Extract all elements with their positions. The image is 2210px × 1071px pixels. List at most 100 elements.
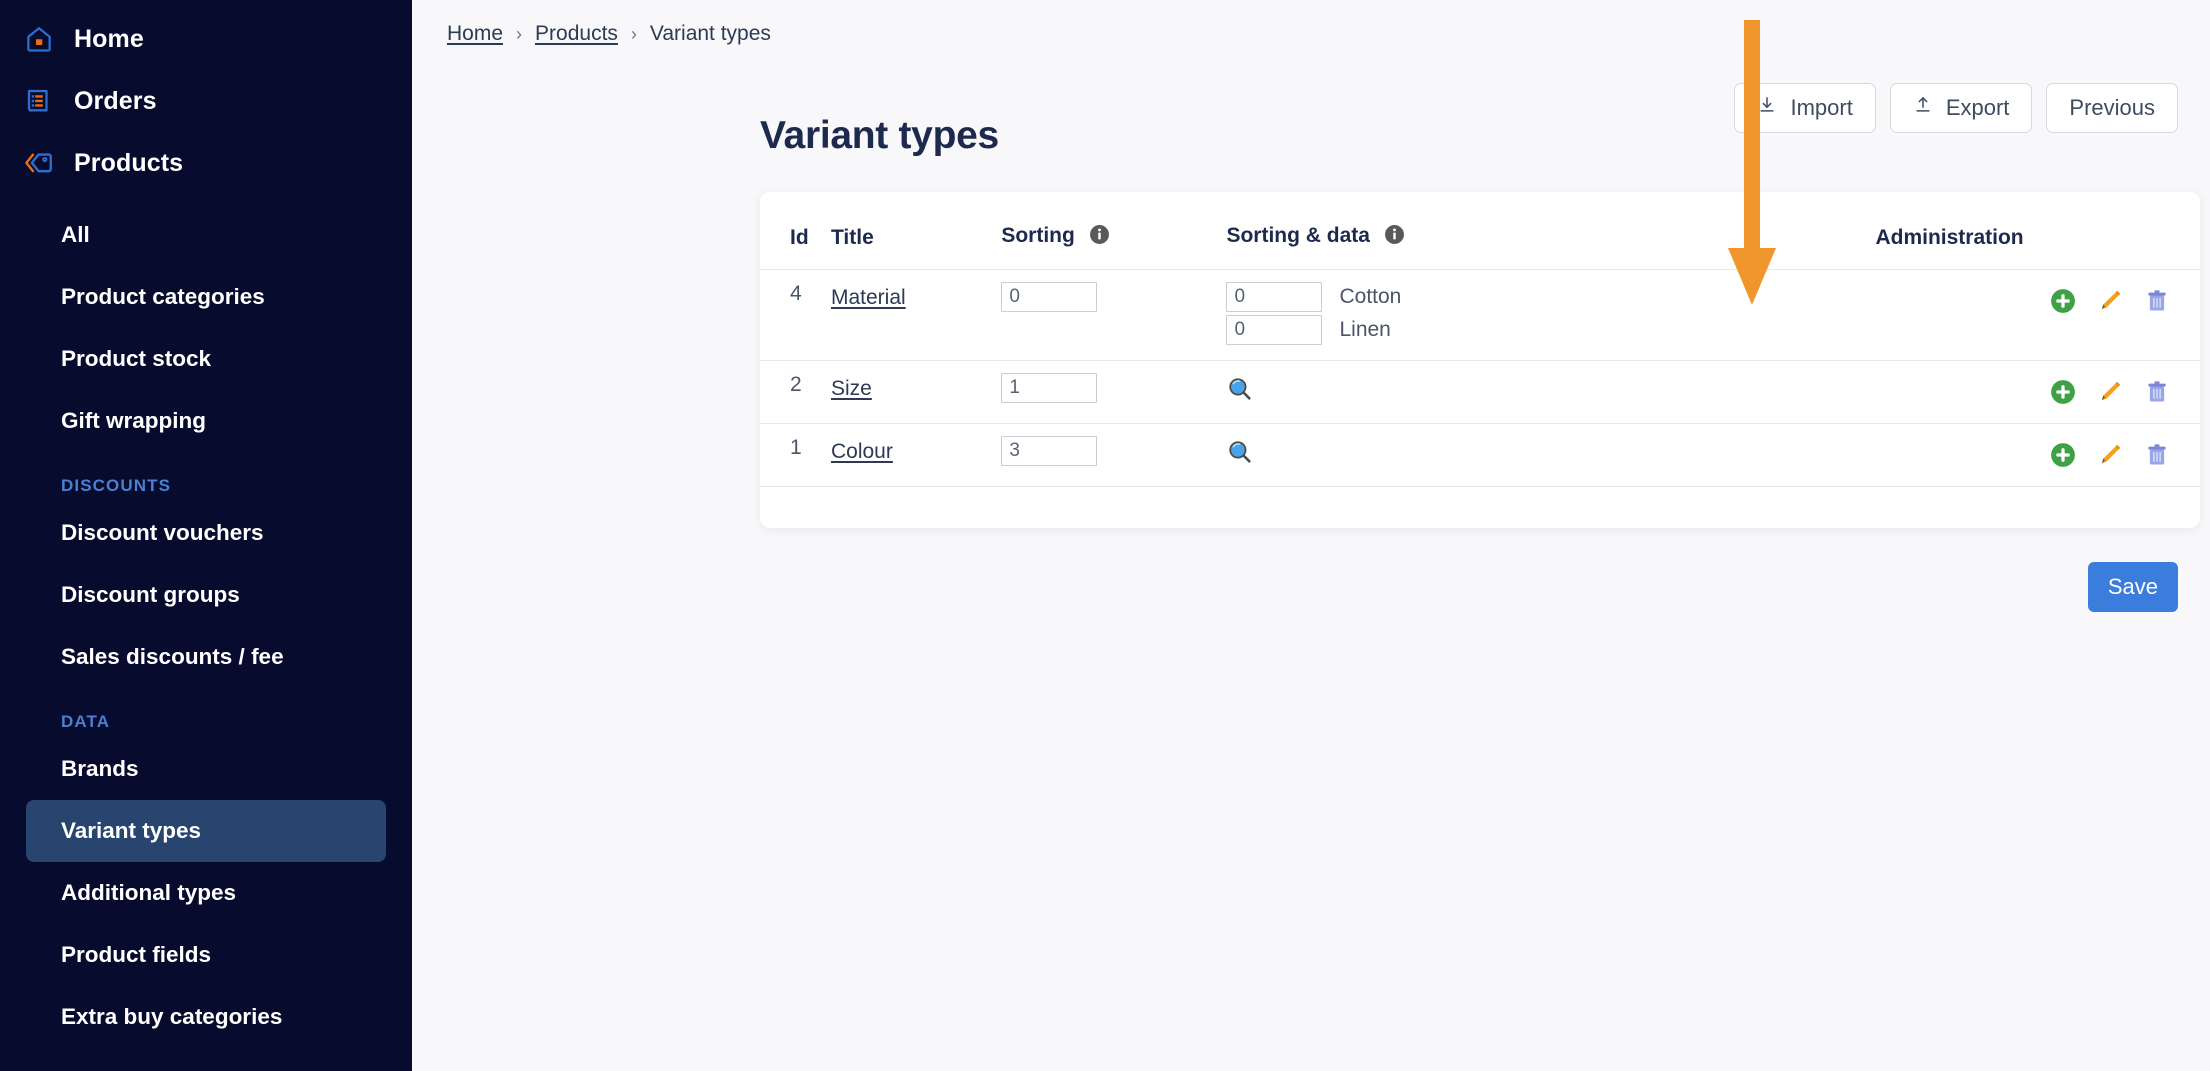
- value-sorting-input[interactable]: [1226, 315, 1323, 345]
- sidebar-item-label: Extra buy categories: [61, 1004, 283, 1029]
- breadcrumb-item-home[interactable]: Home: [447, 22, 503, 46]
- sidebar-item-product-stock[interactable]: Product stock: [26, 328, 386, 390]
- info-icon[interactable]: [1089, 224, 1110, 251]
- sorting-input[interactable]: [1001, 373, 1098, 403]
- row-title: Material: [830, 269, 1002, 361]
- row-administration: [1875, 360, 2200, 424]
- column-header-label: Sorting: [1001, 224, 1075, 247]
- sidebar-item-label: Variant types: [61, 818, 202, 843]
- delete-icon[interactable]: [2144, 288, 2170, 314]
- previous-button[interactable]: Previous: [2046, 83, 2178, 133]
- table-row: 1 Colour: [760, 423, 2200, 487]
- row-sorting: [1001, 423, 1227, 487]
- home-icon: [24, 24, 54, 54]
- row-administration: [1875, 423, 2200, 487]
- sidebar-item-brands[interactable]: Brands: [26, 738, 386, 800]
- column-header-sorting: Sorting: [1001, 192, 1227, 270]
- breadcrumb-separator-icon: ›: [630, 23, 637, 44]
- previous-button-label: Previous: [2069, 95, 2155, 120]
- sidebar-item-label: Discount groups: [61, 582, 240, 607]
- sidebar-section-data: DATA: [61, 712, 111, 731]
- sidebar-item-label: Sales discounts / fee: [61, 644, 284, 669]
- edit-icon[interactable]: [2097, 288, 2123, 314]
- edit-icon[interactable]: [2097, 442, 2123, 468]
- row-title: Size: [830, 360, 1002, 424]
- row-id: 4: [760, 269, 831, 361]
- row-sorting-and-data: Cotton Linen: [1226, 269, 1876, 361]
- orders-icon: [24, 86, 54, 116]
- sidebar-item-extra-buy-categories[interactable]: Extra buy categories: [26, 986, 386, 1048]
- sidebar-item-label: Additional types: [61, 880, 237, 905]
- sidebar-item-label: Product stock: [61, 346, 212, 371]
- import-button[interactable]: Import: [1734, 83, 1876, 133]
- sidebar-item-variant-types[interactable]: Variant types: [26, 800, 386, 862]
- sidebar-item-product-fields[interactable]: Product fields: [26, 924, 386, 986]
- info-icon[interactable]: [1384, 224, 1405, 251]
- import-button-label: Import: [1790, 95, 1853, 120]
- variant-type-link[interactable]: Colour: [831, 436, 893, 464]
- sidebar-item-discount-vouchers[interactable]: Discount vouchers: [26, 502, 386, 564]
- sidebar-item-label: Orders: [74, 86, 157, 115]
- sidebar-item-gift-wrapping[interactable]: Gift wrapping: [26, 390, 386, 452]
- column-header-sorting-and-data: Sorting & data: [1226, 192, 1876, 270]
- edit-icon[interactable]: [2097, 379, 2123, 405]
- main-content: Home › Products › Variant types Variant …: [412, 0, 2210, 1071]
- delete-icon[interactable]: [2144, 379, 2170, 405]
- tag-icon: [24, 148, 54, 178]
- row-sorting: [1001, 269, 1227, 361]
- row-sorting: [1001, 360, 1227, 424]
- sidebar-item-label: Product fields: [61, 942, 212, 967]
- search-icon[interactable]: [1226, 373, 1254, 409]
- sidebar-item-sales-discounts-fee[interactable]: Sales discounts / fee: [26, 626, 386, 688]
- add-icon[interactable]: [2050, 288, 2076, 314]
- sidebar-item-label: Products: [74, 148, 184, 177]
- column-header-administration: Administration: [1875, 192, 2200, 270]
- row-sorting-and-data: [1226, 423, 1876, 487]
- column-header-id: Id: [760, 192, 831, 270]
- add-icon[interactable]: [2050, 379, 2076, 405]
- download-icon: [1757, 95, 1777, 121]
- sidebar-item-product-categories[interactable]: Product categories: [26, 266, 386, 328]
- variant-value-row: Linen: [1226, 315, 1875, 345]
- variant-types-table: Id Title Sorting Sorting & data Administ…: [760, 192, 2200, 487]
- breadcrumb-item-products[interactable]: Products: [535, 22, 618, 46]
- column-header-title: Title: [830, 192, 1002, 270]
- row-sorting-and-data: [1226, 360, 1876, 424]
- save-button[interactable]: Save: [2087, 562, 2178, 612]
- table-row: 2 Size: [760, 360, 2200, 424]
- row-id: 1: [760, 423, 831, 487]
- export-button-label: Export: [1945, 95, 2010, 120]
- row-id: 2: [760, 360, 831, 424]
- breadcrumb-item-current: Variant types: [649, 22, 771, 45]
- sidebar-item-discount-groups[interactable]: Discount groups: [26, 564, 386, 626]
- page-title: Variant types: [760, 114, 999, 158]
- column-header-label: Administration: [1875, 225, 2024, 249]
- sidebar-item-additional-types[interactable]: Additional types: [26, 862, 386, 924]
- sidebar-item-label: Discount vouchers: [61, 520, 264, 545]
- add-icon[interactable]: [2050, 442, 2076, 468]
- breadcrumb: Home › Products › Variant types: [447, 22, 771, 46]
- column-header-label: Title: [830, 225, 874, 249]
- sidebar-item-home[interactable]: Home: [0, 8, 412, 70]
- variant-type-link[interactable]: Size: [831, 373, 872, 401]
- sidebar-item-all[interactable]: All: [26, 204, 386, 266]
- upload-icon: [1913, 95, 1933, 121]
- sorting-input[interactable]: [1001, 282, 1098, 312]
- value-sorting-input[interactable]: [1226, 282, 1323, 312]
- search-icon[interactable]: [1226, 436, 1254, 472]
- variant-value-label: Cotton: [1339, 285, 1402, 308]
- export-button[interactable]: Export: [1889, 83, 2033, 133]
- variant-type-link[interactable]: Material: [831, 282, 906, 310]
- header-actions: Import Export Previous: [1734, 83, 2178, 133]
- row-title: Colour: [830, 423, 1002, 487]
- delete-icon[interactable]: [2144, 442, 2170, 468]
- table-row: 4 Material Cotton: [760, 269, 2200, 361]
- sidebar-item-label: Product categories: [61, 284, 265, 309]
- breadcrumb-separator-icon: ›: [516, 23, 523, 44]
- sidebar-item-products[interactable]: Products: [0, 132, 412, 194]
- sorting-input[interactable]: [1001, 436, 1098, 466]
- sidebar-item-orders[interactable]: Orders: [0, 70, 412, 132]
- sidebar-item-label: Gift wrapping: [61, 408, 206, 433]
- row-administration: [1875, 269, 2200, 361]
- variant-types-card: Id Title Sorting Sorting & data Administ…: [760, 192, 2200, 528]
